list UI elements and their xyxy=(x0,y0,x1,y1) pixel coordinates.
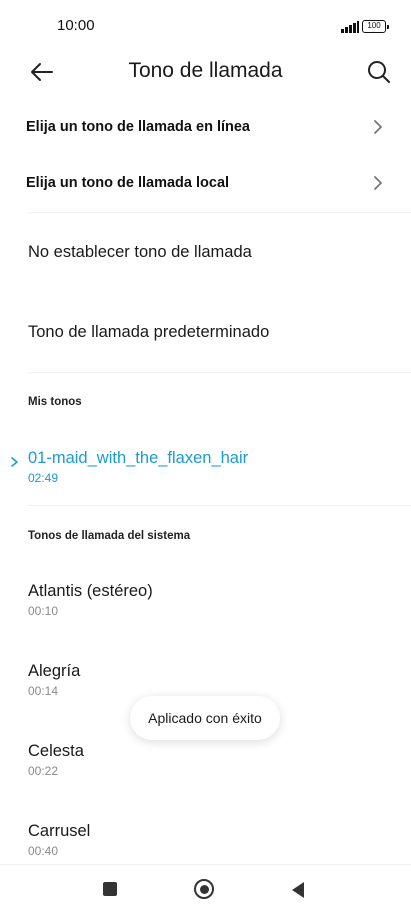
tone-name: Celesta xyxy=(28,742,84,760)
tone-item-selected[interactable]: 01-maid_with_the_flaxen_hair 02:49 xyxy=(0,449,411,509)
no-ringtone-row[interactable]: No establecer tono de llamada xyxy=(0,225,411,285)
divider xyxy=(28,505,411,506)
system-nav-bar xyxy=(0,864,411,914)
toast-message: Aplicado con éxito xyxy=(130,696,280,740)
recents-icon[interactable] xyxy=(103,882,117,896)
tone-duration: 02:49 xyxy=(28,471,59,485)
selected-chevron-icon xyxy=(11,457,18,467)
search-icon xyxy=(368,61,390,83)
tone-name: Atlantis (estéreo) xyxy=(28,582,153,600)
page-title: Tono de llamada xyxy=(128,59,283,82)
local-ringtone-row[interactable]: Elija un tono de llamada local xyxy=(0,156,411,212)
divider xyxy=(28,372,411,373)
default-ringtone-row[interactable]: Tono de llamada predeterminado xyxy=(0,305,411,365)
divider xyxy=(28,212,411,213)
tone-name: 01-maid_with_the_flaxen_hair xyxy=(28,449,249,467)
status-time: 10:00 xyxy=(57,17,95,34)
tone-item[interactable]: Atlantis (estéreo) 00:10 xyxy=(0,582,411,642)
no-ringtone-label: No establecer tono de llamada xyxy=(28,243,252,261)
system-tones-heading: Tonos de llamada del sistema xyxy=(28,530,191,542)
back-triangle-icon[interactable] xyxy=(290,881,306,899)
tone-name: Alegría xyxy=(28,662,81,680)
tone-duration: 00:10 xyxy=(28,604,59,618)
my-tones-heading: Mis tonos xyxy=(28,396,82,408)
tone-duration: 00:14 xyxy=(28,684,59,698)
tone-name: Carrusel xyxy=(28,822,91,840)
home-icon[interactable] xyxy=(194,879,214,899)
search-button[interactable] xyxy=(363,56,395,88)
tone-duration: 00:40 xyxy=(28,844,59,858)
chevron-right-icon xyxy=(374,120,382,134)
signal-icon xyxy=(341,21,359,33)
local-ringtone-label: Elija un tono de llamada local xyxy=(26,175,230,191)
tone-item[interactable]: Celesta 00:22 xyxy=(0,742,411,802)
chevron-right-icon xyxy=(374,176,382,190)
header: Tono de llamada xyxy=(0,52,411,92)
online-ringtone-label: Elija un tono de llamada en línea xyxy=(26,119,250,135)
default-ringtone-label: Tono de llamada predeterminado xyxy=(28,323,270,341)
battery-icon: 100 xyxy=(362,20,389,33)
tone-duration: 00:22 xyxy=(28,764,59,778)
online-ringtone-row[interactable]: Elija un tono de llamada en línea xyxy=(0,100,411,156)
status-bar: 10:00 100 xyxy=(0,0,411,52)
